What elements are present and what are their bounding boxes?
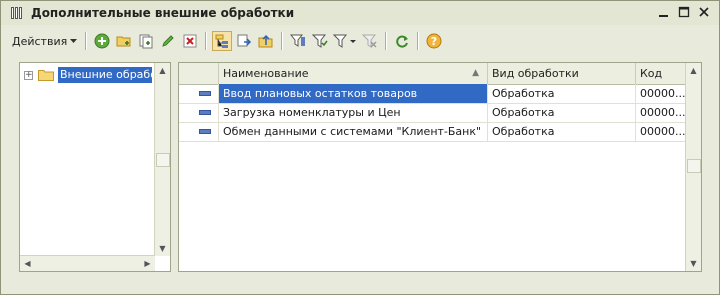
copy-button[interactable] (136, 31, 156, 51)
tree-item-label: Внешние обработ (58, 67, 152, 83)
edit-button[interactable] (158, 31, 178, 51)
refresh-button[interactable] (392, 31, 412, 51)
scroll-right-arrow-icon[interactable]: ▶ (140, 256, 155, 271)
scroll-thumb[interactable] (156, 153, 170, 167)
cell-name[interactable]: Обмен данными с системами "Клиент-Банк" (219, 122, 488, 141)
maximize-button[interactable] (677, 5, 691, 19)
move-to-folder-icon (237, 34, 252, 47)
scroll-down-arrow-icon[interactable]: ▼ (155, 241, 170, 256)
cell-type[interactable]: Обработка (488, 122, 636, 141)
folder-tree[interactable]: + Внешние обработ ▲ ▼ ◀ ▶ (19, 62, 171, 272)
window: Дополнительные внешние обработки Действи… (0, 0, 720, 295)
column-header-icon[interactable] (179, 63, 219, 84)
list-window-icon (11, 7, 25, 19)
svg-text:?: ? (431, 35, 437, 48)
column-header-type[interactable]: Вид обработки (488, 63, 636, 84)
element-icon (199, 110, 211, 115)
help-button[interactable]: ? (424, 31, 444, 51)
edit-icon (162, 35, 174, 47)
scroll-left-arrow-icon[interactable]: ◀ (20, 256, 35, 271)
up-level-button[interactable] (256, 31, 276, 51)
add-icon (94, 33, 110, 49)
tree-vertical-scrollbar[interactable]: ▲ ▼ (154, 63, 170, 256)
table-row[interactable]: Обмен данными с системами "Клиент-Банк" … (179, 122, 687, 142)
add-button[interactable] (92, 31, 112, 51)
table-row[interactable]: Загрузка номенклатуры и Цен Обработка 00… (179, 103, 687, 123)
toolbar: Действия ? (8, 29, 711, 53)
title-bar[interactable]: Дополнительные внешние обработки (1, 1, 719, 25)
hierarchy-toggle-button[interactable] (212, 31, 233, 51)
column-header-name[interactable]: Наименование ▲ (219, 63, 488, 84)
expand-icon[interactable]: + (24, 70, 33, 80)
cell-type[interactable]: Обработка (488, 84, 636, 103)
table-header: Наименование ▲ Вид обработки Код (179, 63, 687, 85)
add-folder-button[interactable] (114, 31, 134, 51)
cell-code[interactable]: 00000... (636, 84, 687, 103)
cell-name[interactable]: Ввод плановых остатков товаров (219, 84, 488, 103)
tree-item-external-processing[interactable]: + Внешние обработ (24, 67, 152, 83)
table-row[interactable]: Ввод плановых остатков товаров Обработка… (179, 84, 687, 104)
chevron-down-icon (70, 38, 78, 43)
filter-set-icon (312, 34, 328, 48)
hierarchy-icon (215, 34, 229, 48)
filter-button[interactable] (288, 31, 308, 51)
refresh-icon (396, 35, 409, 48)
filter-menu-icon (333, 34, 357, 48)
table-vertical-scrollbar[interactable]: ▲ ▼ (685, 63, 701, 271)
cell-name[interactable]: Загрузка номенклатуры и Цен (219, 103, 488, 122)
filter-set-button[interactable] (310, 31, 330, 51)
filter-clear-icon (362, 34, 377, 48)
minimize-button[interactable] (657, 5, 671, 19)
delete-button[interactable] (180, 31, 200, 51)
filter-clear-button[interactable] (360, 31, 380, 51)
move-to-folder-button[interactable] (234, 31, 254, 51)
close-button[interactable] (697, 5, 711, 19)
cell-code[interactable]: 00000... (636, 103, 687, 122)
scroll-thumb[interactable] (687, 159, 701, 173)
cell-type[interactable]: Обработка (488, 103, 636, 122)
scroll-up-arrow-icon[interactable]: ▲ (686, 63, 701, 78)
element-icon (199, 91, 211, 96)
processing-list-table[interactable]: Наименование ▲ Вид обработки Код Ввод пл… (178, 62, 702, 272)
copy-icon (139, 34, 153, 49)
cell-code[interactable]: 00000... (636, 122, 687, 141)
filter-menu-button[interactable] (332, 31, 358, 51)
element-icon (199, 129, 211, 134)
folder-icon (38, 70, 54, 81)
delete-icon (183, 34, 197, 48)
up-level-icon (258, 34, 273, 48)
sort-icon: ▲ (472, 68, 479, 78)
actions-menu-label: Действия (12, 34, 68, 48)
scroll-up-arrow-icon[interactable]: ▲ (155, 63, 170, 78)
filter-icon (290, 34, 306, 47)
add-folder-icon (116, 36, 131, 47)
window-title: Дополнительные внешние обработки (31, 6, 295, 20)
column-header-code[interactable]: Код (636, 63, 687, 84)
scroll-down-arrow-icon[interactable]: ▼ (686, 256, 701, 271)
help-icon: ? (426, 33, 442, 49)
tree-horizontal-scrollbar[interactable]: ◀ ▶ (20, 255, 155, 271)
actions-menu[interactable]: Действия (8, 31, 81, 51)
